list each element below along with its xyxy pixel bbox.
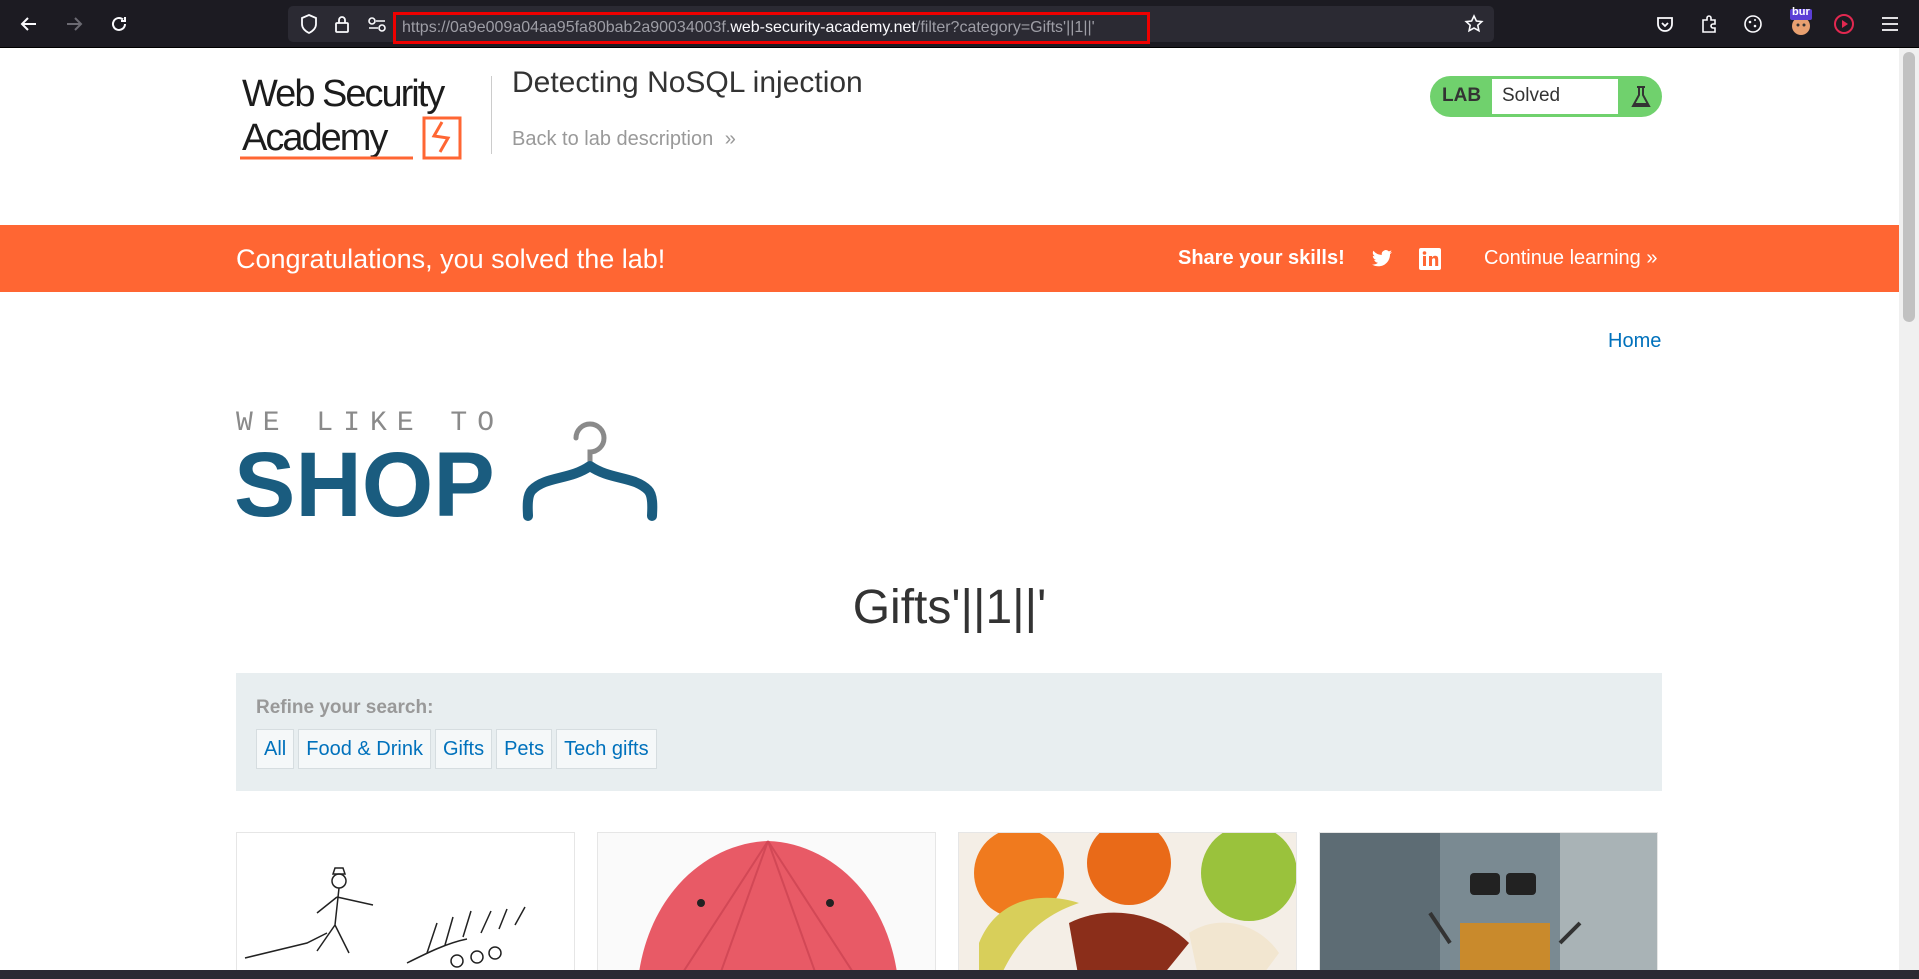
lab-tag: LAB	[1442, 85, 1482, 106]
extension-badge-text: bur	[1792, 6, 1810, 18]
solved-banner: Congratulations, you solved the lab! Sha…	[0, 225, 1899, 292]
share-skills-text: Share your skills!	[1178, 247, 1345, 269]
flask-icon	[1626, 82, 1656, 112]
bookmark-star-icon[interactable]	[1463, 13, 1485, 35]
browser-toolbar: https://0a9e009a04aa95fa80bab2a90034003f…	[0, 0, 1919, 48]
extensions-puzzle-icon[interactable]	[1697, 12, 1721, 36]
chevron-double-right-icon: »	[1646, 247, 1658, 269]
product-card[interactable]	[1319, 832, 1658, 979]
back-to-lab-label: Back to lab description	[512, 128, 714, 150]
back-to-lab-link[interactable]: Back to lab description »	[512, 128, 736, 151]
chevron-double-right-icon: »	[724, 128, 736, 150]
continue-learning-label: Continue learning	[1484, 247, 1641, 269]
cookie-icon[interactable]	[1741, 12, 1765, 36]
product-card[interactable]	[597, 832, 936, 979]
lab-status-badge: LAB Solved	[1430, 76, 1662, 117]
back-arrow-icon[interactable]	[15, 10, 43, 38]
product-card[interactable]	[236, 832, 575, 979]
logo-line-2: Academy	[242, 117, 388, 159]
category-heading: Gifts'||1||'	[852, 581, 1047, 634]
refine-label: Refine your search:	[256, 697, 434, 718]
twitter-icon[interactable]	[1370, 247, 1394, 271]
continue-learning-link[interactable]: Continue learning »	[1484, 247, 1657, 270]
taskbar-strip	[0, 970, 1919, 979]
linkedin-icon[interactable]	[1418, 247, 1442, 271]
filter-tech-gifts[interactable]: Tech gifts	[556, 729, 657, 769]
congrats-text: Congratulations, you solved the lab!	[236, 244, 666, 274]
lab-status-text: Solved	[1492, 79, 1618, 114]
url-prefix: https://0a9e009a04aa95fa80bab2a90034003f…	[402, 19, 731, 36]
shield-icon[interactable]	[298, 13, 320, 35]
filter-pets[interactable]: Pets	[496, 729, 553, 769]
filter-food-drink[interactable]: Food & Drink	[298, 729, 431, 769]
web-security-academy-logo[interactable]: Web Security Academy	[238, 72, 488, 164]
page-scrollbar[interactable]	[1899, 48, 1919, 970]
url-host: web-security-academy.net	[730, 19, 916, 36]
filter-gifts[interactable]: Gifts	[434, 729, 493, 769]
home-link[interactable]: Home	[1608, 330, 1661, 353]
product-card[interactable]	[958, 832, 1297, 979]
product-image-umbrella	[598, 833, 935, 979]
refine-search-panel: Refine your search: All Food & Drink Gif…	[236, 673, 1662, 791]
record-icon[interactable]	[1832, 12, 1856, 36]
permissions-icon[interactable]	[366, 13, 388, 35]
product-image-robot	[1320, 833, 1657, 979]
url-path: /filter?category=Gifts'||1||'	[915, 19, 1095, 36]
product-image-sketch	[244, 867, 526, 968]
url-text[interactable]: https://0a9e009a04aa95fa80bab2a90034003f…	[393, 12, 1150, 44]
forward-arrow-icon[interactable]	[60, 10, 88, 38]
lab-title: Detecting NoSQL injection	[512, 66, 863, 99]
filter-all[interactable]: All	[256, 729, 295, 769]
lock-icon[interactable]	[331, 13, 353, 35]
logo-line-1: Web Security	[242, 73, 445, 115]
header-divider	[491, 76, 492, 154]
pocket-icon[interactable]	[1653, 12, 1677, 36]
shop-word: SHOP	[236, 434, 495, 522]
burp-extension-icon[interactable]: bur	[1788, 6, 1814, 38]
scrollbar-thumb[interactable]	[1903, 52, 1915, 322]
product-image-fruit	[959, 833, 1296, 979]
reload-icon[interactable]	[105, 10, 133, 38]
category-filter-list: All Food & Drink Gifts Pets Tech gifts	[256, 729, 657, 769]
we-like-to-shop-logo: WE LIKE TO SHOP	[234, 402, 676, 536]
menu-hamburger-icon[interactable]	[1878, 12, 1902, 36]
